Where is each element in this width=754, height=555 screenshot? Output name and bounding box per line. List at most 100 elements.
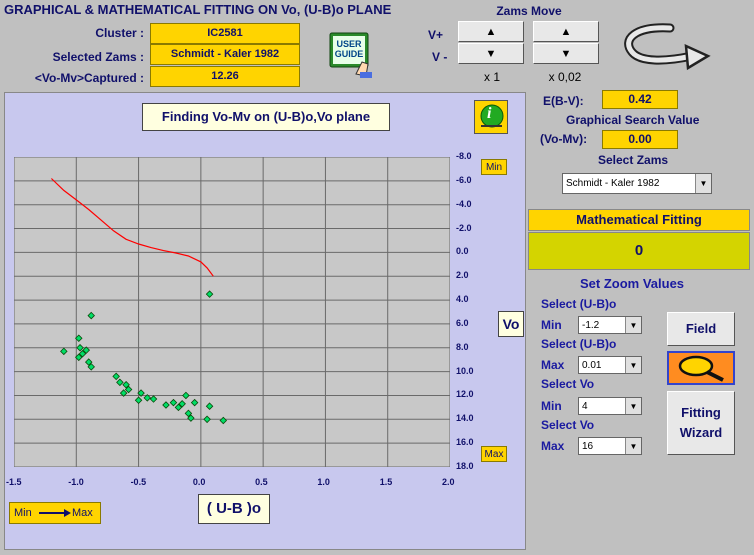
x-tick-label: 1.0	[317, 477, 330, 487]
vo-max-dropdown[interactable]: 16 ▼	[578, 437, 642, 455]
window-title: GRAPHICAL & MATHEMATICAL FITTING ON Vo, …	[4, 2, 392, 17]
x-tick-label: 2.0	[442, 477, 455, 487]
v-minus-x002-button[interactable]: ▼	[533, 43, 599, 64]
legend-min: Min	[14, 507, 32, 519]
select-ub-max-title: Select (U-B)o	[541, 337, 617, 351]
select-vo-min-title: Select Vo	[541, 377, 595, 391]
data-point	[149, 395, 158, 403]
data-point	[203, 415, 211, 424]
vo-min-label: Min	[541, 399, 562, 413]
y-tick-label: 8.0	[456, 341, 469, 352]
x-tick-label: -1.5	[6, 477, 22, 487]
select-ub-min-title: Select (U-B)o	[541, 297, 617, 311]
y-tick-label: 0.0	[456, 246, 469, 257]
vo-min-dropdown[interactable]: 4 ▼	[578, 397, 642, 415]
y-tick-label: 14.0	[456, 413, 474, 424]
y-tick-label: 16.0	[456, 437, 474, 448]
data-point	[169, 398, 178, 407]
scale-x1-label: x 1	[483, 70, 500, 84]
zoom-title: Set Zoom Values	[580, 276, 685, 291]
v-plus-x1-button[interactable]: ▲	[458, 21, 524, 42]
chevron-down-icon: ▼	[625, 438, 641, 454]
ymax-badge: Max	[481, 446, 507, 462]
vplus-label: V+	[428, 28, 444, 42]
v-plus-x002-button[interactable]: ▲	[533, 21, 599, 42]
select-vo-max-title: Select Vo	[541, 418, 595, 432]
y-tick-label: 10.0	[456, 365, 474, 376]
data-point	[87, 311, 95, 320]
y-tick-label: 18.0	[456, 461, 474, 471]
y-tick-label: -4.0	[456, 198, 472, 209]
select-zams-label: Select Zams	[598, 153, 669, 167]
ebv-label: E(B-V):	[543, 94, 584, 108]
data-point	[76, 344, 84, 352]
x-tick-label: -0.5	[130, 477, 147, 487]
zoom-legend: Min Max	[9, 502, 101, 524]
y-tick-label: 2.0	[456, 270, 469, 281]
return-arrow-icon[interactable]	[618, 22, 712, 72]
x-tick-label: 0.0	[192, 477, 206, 487]
zams-curve	[50, 178, 214, 277]
y-axis-label: Vo	[498, 311, 524, 337]
ebv-value: 0.42	[602, 90, 678, 109]
chevron-down-icon: ▼	[695, 174, 711, 193]
data-point	[205, 402, 214, 410]
vomv-captured-value: 12.26	[150, 66, 300, 87]
ymin-badge: Min	[481, 159, 507, 175]
data-point	[190, 398, 199, 407]
chevron-down-icon: ▼	[625, 398, 641, 414]
y-tick-label: -6.0	[456, 174, 472, 185]
vomv-search-value: 0.00	[602, 130, 678, 149]
math-fitting-value: 0	[528, 232, 750, 270]
scale-x002-label: x 0,02	[548, 70, 582, 84]
scatter-chart	[13, 156, 451, 468]
y-tick-label: 12.0	[456, 389, 474, 400]
ub-max-label: Max	[541, 358, 565, 372]
field-button[interactable]: Field	[667, 312, 735, 346]
data-point	[60, 347, 68, 356]
y-tick-label: 6.0	[456, 317, 469, 328]
data-point	[134, 396, 143, 404]
plot-title: Finding Vo-Mv on (U-B)o,Vo plane	[142, 103, 390, 131]
graphical-search-title: Graphical Search Value	[566, 113, 700, 127]
y-tick-label: 4.0	[456, 294, 469, 305]
cluster-label: Cluster :	[95, 26, 144, 40]
x-axis-label: ( U-B )o	[198, 494, 270, 524]
zoom-magnifier-button[interactable]	[667, 351, 735, 385]
y-tick-label: -2.0	[456, 222, 472, 233]
plot-area	[13, 156, 451, 468]
chevron-down-icon: ▼	[625, 317, 641, 333]
x-tick-label: 0.5	[255, 477, 268, 487]
zams-move-title: Zams Move	[496, 4, 562, 18]
vomv-search-label: (Vo-Mv):	[540, 132, 588, 146]
x-tick-label: 1.5	[379, 477, 393, 487]
legend-max: Max	[72, 507, 93, 519]
info-icon[interactable]: i	[474, 100, 508, 134]
y-tick-label: -8.0	[456, 151, 472, 161]
x-tick-label: -1.0	[68, 477, 84, 487]
math-fitting-header: Mathematical Fitting	[528, 209, 750, 231]
user-guide-label: USER GUIDE	[334, 39, 364, 59]
data-point	[162, 401, 170, 409]
data-point	[182, 391, 190, 400]
magnifier-icon	[678, 355, 724, 382]
arrow-right-icon	[39, 509, 71, 517]
data-point	[112, 372, 120, 381]
selected-zams-label: Selected Zams :	[52, 50, 144, 64]
vo-max-label: Max	[541, 439, 565, 453]
data-point	[205, 290, 214, 298]
vomv-captured-label: <Vo-Mv>Captured :	[34, 71, 144, 85]
ub-max-dropdown[interactable]: 0.01 ▼	[578, 356, 642, 374]
select-zams-dropdown[interactable]: Schmidt - Kaler 1982 ▼	[562, 173, 712, 194]
user-guide-icon[interactable]: USER GUIDE	[326, 30, 378, 80]
cluster-value: IC2581	[150, 23, 300, 44]
data-point	[219, 416, 228, 425]
chevron-down-icon: ▼	[625, 357, 641, 373]
ub-min-dropdown[interactable]: -1.2 ▼	[578, 316, 642, 334]
fitting-wizard-button[interactable]: Fitting Wizard	[667, 391, 735, 455]
data-point	[116, 378, 124, 387]
v-minus-x1-button[interactable]: ▼	[458, 43, 524, 64]
ub-min-label: Min	[541, 318, 562, 332]
selected-zams-value: Schmidt - Kaler 1982	[150, 44, 300, 65]
vminus-label: V -	[432, 50, 448, 64]
